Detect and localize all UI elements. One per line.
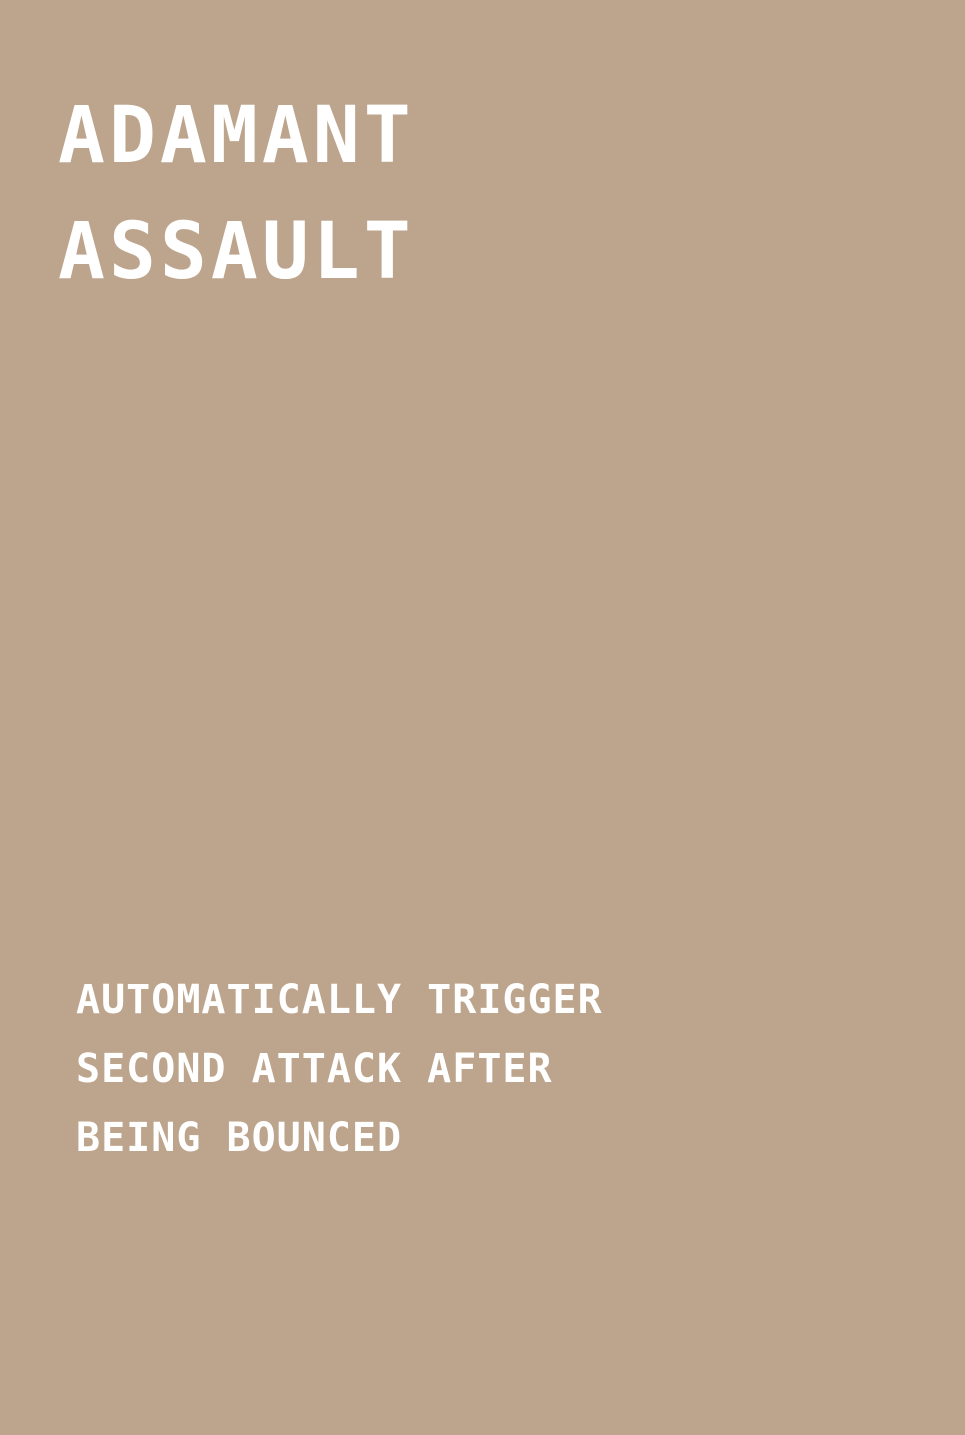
- ability-description-line-3: BEING BOUNCED: [76, 1115, 403, 1161]
- ability-description-line-2: SECOND ATTACK AFTER: [76, 1046, 553, 1092]
- ability-card: ADAMANT ASSAULT AUTOMATICALLY TRIGGER SE…: [0, 0, 965, 1435]
- ability-description: AUTOMATICALLY TRIGGER SECOND ATTACK AFTE…: [76, 966, 896, 1173]
- ability-description-line-1: AUTOMATICALLY TRIGGER: [76, 977, 603, 1023]
- ability-title-line-2: ASSAULT: [58, 207, 415, 297]
- ability-title: ADAMANT ASSAULT: [58, 78, 758, 310]
- ability-title-line-1: ADAMANT: [58, 91, 415, 181]
